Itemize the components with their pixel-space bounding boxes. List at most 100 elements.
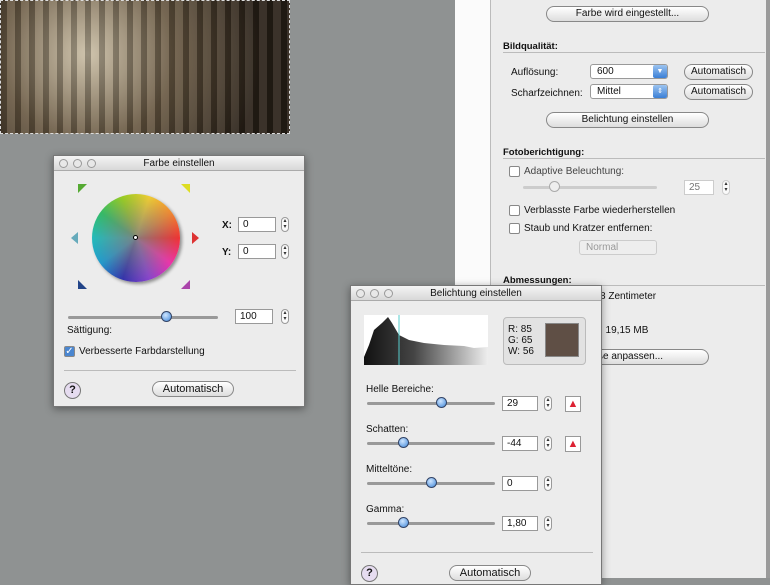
resolution-label: Auflösung: [511, 67, 559, 78]
histogram [364, 315, 488, 365]
saturation-thumb[interactable] [161, 311, 172, 322]
rgb-readout: R: 85 G: 65 W: 56 [508, 324, 534, 357]
help-button[interactable]: ? [361, 565, 378, 582]
enhanced-color-label: Verbesserte Farbdarstellung [79, 346, 205, 357]
saturation-stepper[interactable]: ▴ ▾ [281, 309, 289, 324]
green-arrow-icon[interactable] [78, 184, 87, 193]
divider [503, 158, 765, 159]
g-value: G: 65 [508, 335, 533, 346]
sharpen-auto-button[interactable]: Automatisch [684, 84, 753, 100]
slider-thumb[interactable] [397, 517, 409, 528]
preview-background [455, 0, 491, 290]
file-size: : 19,15 MB [600, 325, 649, 336]
value-stepper[interactable]: ▴ ▾ [544, 396, 552, 411]
color-adjust-button[interactable]: Farbe wird eingestellt... [546, 6, 709, 22]
value-stepper[interactable]: ▴ ▾ [544, 516, 552, 531]
color-picker-dot[interactable] [133, 235, 138, 240]
auto-button[interactable]: Automatisch [449, 565, 531, 581]
magenta-arrow-icon[interactable] [181, 280, 190, 289]
slider-label: Helle Bereiche: [366, 384, 434, 395]
divider [64, 370, 296, 371]
exposure-slider[interactable] [367, 402, 495, 405]
slider-label: Gamma: [366, 504, 405, 515]
adaptive-lighting-value[interactable]: 25 [684, 180, 714, 195]
window-title: Farbe einstellen [143, 158, 215, 169]
value-stepper[interactable]: ▴ ▾ [544, 436, 552, 451]
slider-label: Schatten: [366, 424, 409, 435]
image-quality-heading: Bildqualität: [503, 41, 558, 52]
saturation-label: Sättigung: [67, 325, 113, 336]
slider-thumb[interactable] [397, 437, 409, 448]
close-button[interactable] [59, 159, 68, 168]
adaptive-lighting-label: Adaptive Beleuchtung: [524, 166, 625, 177]
r-value: R: 85 [508, 324, 532, 335]
close-button[interactable] [356, 289, 365, 298]
saturation-input[interactable]: 100 [235, 309, 273, 324]
window-edge [766, 0, 770, 578]
resolution-value: 600 [597, 66, 614, 77]
blue-arrow-icon[interactable] [78, 280, 87, 289]
slider-value-input[interactable]: 0 [502, 476, 538, 491]
y-stepper[interactable]: ▴ ▾ [281, 244, 289, 259]
title-bar[interactable]: Farbe einstellen [54, 156, 304, 171]
exposure-adjust-button[interactable]: Belichtung einstellen [546, 112, 709, 128]
zoom-button[interactable] [87, 159, 96, 168]
dust-removal-select[interactable]: Normal [579, 240, 657, 255]
x-label: X: [222, 220, 232, 231]
adaptive-lighting-slider[interactable] [523, 186, 657, 189]
sharpen-value: Mittel [597, 86, 621, 97]
title-bar[interactable]: Belichtung einstellen [351, 286, 601, 301]
color-adjust-window: Farbe einstellen X: 0 ▴ ▾ Y: 0 ▴ ▾ 100 ▴ ▾ … [53, 155, 305, 407]
color-wheel[interactable] [92, 194, 180, 282]
exposure-slider[interactable] [367, 522, 495, 525]
slider-value-input[interactable]: -44 [502, 436, 538, 451]
saturation-slider[interactable] [68, 316, 218, 319]
warning-icon[interactable]: ▲ [565, 396, 581, 412]
minimize-button[interactable] [73, 159, 82, 168]
slider-label: Mitteltöne: [366, 464, 413, 475]
y-input[interactable]: 0 [238, 244, 276, 259]
y-label: Y: [222, 247, 232, 258]
warning-icon[interactable]: ▲ [565, 436, 581, 452]
cyan-arrow-icon[interactable] [71, 232, 78, 244]
value-stepper[interactable]: ▴ ▾ [544, 476, 552, 491]
updown-icon: ⇕ [653, 85, 667, 98]
dust-value: Normal [586, 242, 619, 253]
photo-correction-heading: Fotoberichtigung: [503, 147, 585, 158]
scan-preview-photo[interactable] [0, 0, 290, 134]
resolution-auto-button[interactable]: Automatisch [684, 64, 753, 80]
red-arrow-icon[interactable] [192, 232, 199, 244]
slider-thumb[interactable] [426, 477, 437, 488]
w-value: W: 56 [508, 346, 534, 357]
divider [503, 52, 765, 53]
yellow-arrow-icon[interactable] [181, 184, 190, 193]
x-input[interactable]: 0 [238, 217, 276, 232]
restore-faded-label: Verblasste Farbe wiederherstellen [524, 205, 676, 216]
adaptive-lighting-checkbox[interactable] [509, 166, 520, 177]
help-button[interactable]: ? [64, 382, 81, 399]
resolution-select[interactable]: 600 ▼ [590, 64, 668, 79]
slider-value-input[interactable]: 1,80 [502, 516, 538, 531]
slider-thumb[interactable] [436, 397, 448, 408]
color-info-box: R: 85 G: 65 W: 56 [503, 317, 586, 365]
auto-button[interactable]: Automatisch [152, 381, 234, 397]
restore-faded-checkbox[interactable] [509, 205, 520, 216]
window-title: Belichtung einstellen [430, 288, 522, 299]
adaptive-stepper[interactable]: ▴ ▾ [722, 180, 730, 195]
minimize-button[interactable] [370, 289, 379, 298]
exposure-window: Belichtung einstellen R: 85 G: 65 W: 56 He… [350, 285, 602, 585]
divider [361, 552, 593, 553]
exposure-slider[interactable] [367, 442, 495, 445]
enhanced-color-checkbox[interactable]: ✓ [64, 346, 75, 357]
slider-thumb[interactable] [549, 181, 560, 192]
color-swatch [545, 323, 579, 357]
zoom-button[interactable] [384, 289, 393, 298]
slider-value-input[interactable]: 29 [502, 396, 538, 411]
x-stepper[interactable]: ▴ ▾ [281, 217, 289, 232]
chevron-down-icon: ▼ [653, 65, 667, 78]
sharpen-select[interactable]: Mittel ⇕ [590, 84, 668, 99]
dust-removal-label: Staub und Kratzer entfernen: [524, 223, 653, 234]
dust-removal-checkbox[interactable] [509, 223, 520, 234]
dimensions-text: 8 Zentimeter [600, 291, 657, 302]
sharpen-label: Scharfzeichnen: [511, 88, 583, 99]
